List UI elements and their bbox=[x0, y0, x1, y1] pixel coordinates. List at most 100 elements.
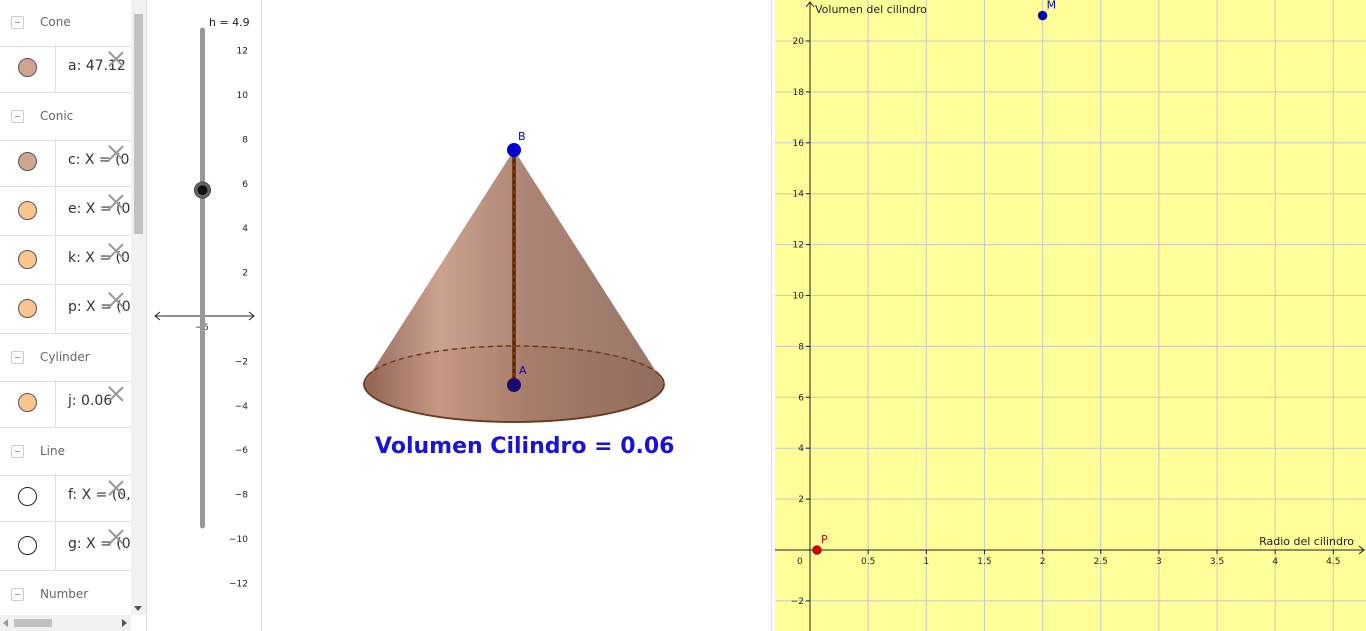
algebra-item[interactable]: a: 47.12 bbox=[0, 44, 131, 93]
algebra-view: Cone a: 47.12 Conic c: X = (0, e: X = (0, k: … bbox=[0, 0, 131, 615]
point-label: M bbox=[1047, 0, 1057, 12]
visibility-cell[interactable] bbox=[0, 285, 56, 333]
visibility-toggle-icon[interactable] bbox=[18, 487, 37, 506]
collapse-toggle-icon[interactable] bbox=[11, 16, 24, 29]
slider-knob-center[interactable] bbox=[197, 185, 208, 196]
3d-graphics-view[interactable]: B A Volumen Cilindro = 0.06 bbox=[262, 0, 770, 631]
point-m[interactable] bbox=[1037, 10, 1048, 21]
y-tick-label: 10 bbox=[793, 292, 805, 302]
algebra-group-cone[interactable]: Cone bbox=[0, 0, 131, 47]
collapse-toggle-icon[interactable] bbox=[11, 588, 24, 601]
scroll-right-arrow-icon[interactable] bbox=[122, 619, 127, 627]
algebra-group-cylinder[interactable]: Cylinder bbox=[0, 335, 131, 382]
visibility-toggle-icon[interactable] bbox=[18, 393, 37, 412]
y-tick-label: −6 bbox=[235, 446, 249, 456]
algebra-horizontal-scrollbar[interactable] bbox=[0, 615, 131, 631]
delete-icon[interactable] bbox=[107, 193, 125, 211]
view-divider[interactable] bbox=[771, 0, 772, 631]
y-tick-label: −4 bbox=[235, 402, 249, 412]
collapse-toggle-icon[interactable] bbox=[11, 110, 24, 123]
delete-icon[interactable] bbox=[107, 291, 125, 309]
point-b[interactable] bbox=[507, 143, 521, 157]
visibility-toggle-icon[interactable] bbox=[18, 58, 37, 77]
delete-icon[interactable] bbox=[107, 50, 125, 68]
scrollbar-thumb[interactable] bbox=[14, 619, 52, 627]
algebra-group-name: Line bbox=[40, 444, 66, 458]
point-p[interactable] bbox=[812, 545, 822, 555]
y-tick-label: −8 bbox=[235, 491, 249, 501]
algebra-group-name: Cylinder bbox=[40, 350, 90, 364]
point-b-label: B bbox=[518, 130, 526, 143]
view-divider[interactable] bbox=[146, 0, 147, 631]
algebra-item[interactable]: k: X = (0, bbox=[0, 236, 131, 285]
x-tick-label: 2.5 bbox=[1094, 557, 1108, 567]
y-tick-label: 8 bbox=[798, 342, 804, 352]
algebra-item[interactable]: f: X = (0, bbox=[0, 473, 131, 522]
y-tick-label: 14 bbox=[793, 190, 805, 200]
x-tick-label: 0.5 bbox=[861, 557, 875, 567]
visibility-cell[interactable] bbox=[0, 473, 56, 521]
x-tick-label: 2 bbox=[1040, 557, 1046, 567]
algebra-group-name: Number bbox=[40, 587, 89, 601]
x-tick-label: 3 bbox=[1156, 557, 1162, 567]
y-tick-label: 8 bbox=[242, 135, 248, 145]
y-tick-label: 6 bbox=[798, 393, 804, 403]
visibility-cell[interactable] bbox=[0, 44, 56, 92]
algebra-vertical-scrollbar[interactable] bbox=[131, 0, 146, 615]
y-tick-label: 2 bbox=[798, 495, 804, 505]
algebra-item[interactable]: p: X = (0, bbox=[0, 285, 131, 334]
scrollbar-thumb[interactable] bbox=[134, 14, 143, 234]
delete-icon[interactable] bbox=[107, 385, 125, 403]
y-tick-label: −2 bbox=[235, 357, 248, 367]
algebra-item[interactable]: c: X = (0, bbox=[0, 138, 131, 187]
visibility-toggle-icon[interactable] bbox=[18, 250, 37, 269]
algebra-item[interactable]: j: 0.06 bbox=[0, 379, 131, 428]
slider-label: h = 4.9 bbox=[209, 16, 250, 29]
collapse-toggle-icon[interactable] bbox=[11, 445, 24, 458]
visibility-cell[interactable] bbox=[0, 379, 56, 427]
collapse-toggle-icon[interactable] bbox=[11, 351, 24, 364]
point-a[interactable] bbox=[507, 378, 521, 392]
delete-icon[interactable] bbox=[107, 242, 125, 260]
visibility-toggle-icon[interactable] bbox=[18, 536, 37, 555]
y-tick-label: 18 bbox=[793, 88, 805, 98]
x-tick-label: 1 bbox=[923, 557, 929, 567]
visibility-toggle-icon[interactable] bbox=[18, 152, 37, 171]
visibility-cell[interactable] bbox=[0, 236, 56, 284]
y-tick-label: 12 bbox=[793, 241, 804, 251]
volume-caption[interactable]: Volumen Cilindro = 0.06 bbox=[375, 434, 674, 459]
algebra-group-line[interactable]: Line bbox=[0, 429, 131, 476]
algebra-group-name: Conic bbox=[40, 109, 74, 123]
slider-graphics-view[interactable]: 12108642−2−4−6−8−10−12 −6 h = 4.9 bbox=[153, 0, 260, 631]
delete-icon[interactable] bbox=[107, 479, 125, 497]
algebra-expression[interactable]: j: 0.06 bbox=[68, 393, 112, 409]
x-axis-label: Radio del cilindro bbox=[1259, 535, 1354, 548]
visibility-toggle-icon[interactable] bbox=[18, 201, 37, 220]
2d-graphics-view[interactable]: 0.5 1 1.5 2 2.5 3 3.5 4 4.5−22468101214161820 0 … bbox=[775, 0, 1366, 631]
y-tick-label: 6 bbox=[242, 180, 248, 190]
x-tick-label: 4.5 bbox=[1326, 557, 1340, 567]
visibility-cell[interactable] bbox=[0, 138, 56, 186]
y-tick-label: 2 bbox=[242, 269, 248, 279]
algebra-group-number[interactable]: Number bbox=[0, 572, 131, 615]
algebra-item[interactable]: e: X = (0, bbox=[0, 187, 131, 236]
y-tick-label: −10 bbox=[229, 535, 248, 545]
delete-icon[interactable] bbox=[107, 144, 125, 162]
visibility-toggle-icon[interactable] bbox=[18, 299, 37, 318]
y-tick-label: 4 bbox=[242, 224, 248, 234]
point-a-label: A bbox=[519, 364, 527, 377]
y-tick-label: 12 bbox=[237, 47, 248, 57]
y-tick-label: 10 bbox=[237, 91, 249, 101]
algebra-group-conic[interactable]: Conic bbox=[0, 94, 131, 141]
y-tick-label: 16 bbox=[793, 139, 805, 149]
y-tick-label: 4 bbox=[798, 444, 804, 454]
algebra-item[interactable]: g: X = (0.0 bbox=[0, 522, 131, 571]
scroll-left-arrow-icon[interactable] bbox=[3, 619, 8, 627]
x-tick-label: 4 bbox=[1272, 557, 1278, 567]
delete-icon[interactable] bbox=[107, 528, 125, 546]
algebra-group-name: Cone bbox=[40, 15, 71, 29]
x-tick-label: 3.5 bbox=[1210, 557, 1224, 567]
visibility-cell[interactable] bbox=[0, 187, 56, 235]
visibility-cell[interactable] bbox=[0, 522, 56, 570]
scroll-down-arrow-icon[interactable] bbox=[134, 606, 142, 611]
